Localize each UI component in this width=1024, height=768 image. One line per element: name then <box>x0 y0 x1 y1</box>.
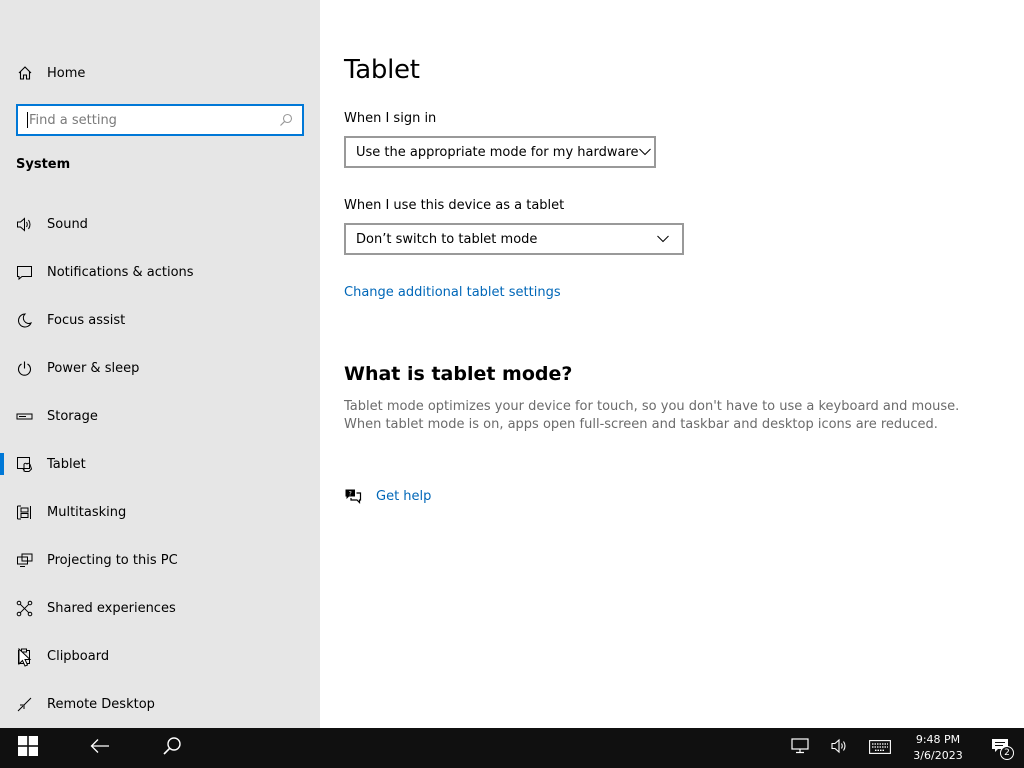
volume-icon <box>831 738 849 758</box>
taskbar-clock[interactable]: 9:48 PM 3/6/2023 <box>900 728 976 768</box>
svg-text:?: ? <box>349 490 352 497</box>
speaker-icon <box>16 216 33 233</box>
get-help-label: Get help <box>376 488 432 504</box>
notification-icon <box>16 264 33 281</box>
dropdown-value: Don’t switch to tablet mode <box>356 231 538 247</box>
sidebar-item-label: Clipboard <box>47 648 110 664</box>
change-additional-settings-link[interactable]: Change additional tablet settings <box>344 285 561 300</box>
keyboard-icon <box>869 739 891 758</box>
shared-experiences-icon <box>16 600 33 617</box>
settings-sidebar: Home Find a setting System Sound Notific… <box>0 0 320 728</box>
back-arrow-icon <box>90 738 110 758</box>
search-input[interactable]: Find a setting <box>16 104 304 136</box>
section-heading: What is tablet mode? <box>344 363 573 385</box>
storage-icon <box>16 408 33 425</box>
sidebar-item-label: Tablet <box>47 456 86 472</box>
clock-time: 9:48 PM <box>915 733 961 746</box>
sign-in-label: When I sign in <box>344 111 437 126</box>
remote-desktop-icon <box>16 696 33 713</box>
network-tray-button[interactable] <box>780 728 820 768</box>
chevron-down-icon <box>656 232 670 246</box>
get-help-link[interactable]: ? Get help <box>344 487 431 505</box>
text-caret <box>27 112 28 128</box>
clock-date: 3/6/2023 <box>913 749 963 762</box>
home-icon <box>16 64 34 82</box>
home-nav-item[interactable]: Home <box>16 62 85 84</box>
start-button[interactable] <box>4 728 52 768</box>
sidebar-item-storage[interactable]: Storage <box>0 392 320 440</box>
sidebar-item-multitasking[interactable]: Multitasking <box>0 488 320 536</box>
back-button[interactable] <box>76 728 124 768</box>
sidebar-item-label: Multitasking <box>47 504 127 520</box>
dropdown-value: Use the appropriate mode for my hardware <box>356 144 639 160</box>
sidebar-item-label: Storage <box>47 408 98 424</box>
windows-logo-icon <box>18 736 38 760</box>
sidebar-item-power-sleep[interactable]: Power & sleep <box>0 344 320 392</box>
chevron-down-icon <box>638 145 651 159</box>
multitasking-icon <box>16 504 33 521</box>
sidebar-item-label: Projecting to this PC <box>47 552 178 568</box>
network-icon <box>791 738 809 758</box>
sidebar-item-sound[interactable]: Sound <box>0 200 320 248</box>
sidebar-item-focus-assist[interactable]: Focus assist <box>0 296 320 344</box>
tablet-icon <box>16 456 33 473</box>
sidebar-item-label: Remote Desktop <box>47 696 155 712</box>
search-icon <box>162 736 182 760</box>
sidebar-item-label: Power & sleep <box>47 360 140 376</box>
action-center-button[interactable]: 2 <box>976 728 1024 768</box>
tablet-mode-description: Tablet mode optimizes your device for to… <box>344 399 960 432</box>
moon-icon <box>16 312 33 329</box>
sidebar-item-tablet[interactable]: Tablet <box>0 440 320 488</box>
search-placeholder: Find a setting <box>29 112 117 128</box>
sidebar-item-projecting[interactable]: Projecting to this PC <box>0 536 320 584</box>
sidebar-item-label: Shared experiences <box>47 600 176 616</box>
search-icon[interactable] <box>278 112 294 128</box>
volume-tray-button[interactable] <box>820 728 860 768</box>
taskbar-search-button[interactable] <box>148 728 196 768</box>
sidebar-item-remote-desktop[interactable]: Remote Desktop <box>0 680 320 728</box>
projecting-icon <box>16 552 33 569</box>
tablet-settings-page: Tablet When I sign in Use the appropriat… <box>320 0 1024 728</box>
selection-indicator <box>0 453 4 475</box>
system-tray: 9:48 PM 3/6/2023 2 <box>780 728 1024 768</box>
tablet-mode-dropdown[interactable]: Don’t switch to tablet mode <box>344 223 684 255</box>
sidebar-item-shared-experiences[interactable]: Shared experiences <box>0 584 320 632</box>
page-title: Tablet <box>344 55 420 85</box>
sidebar-item-label: Notifications & actions <box>47 264 194 280</box>
sidebar-nav: Sound Notifications & actions Focus assi… <box>0 200 320 728</box>
sign-in-mode-dropdown[interactable]: Use the appropriate mode for my hardware <box>344 136 656 168</box>
mouse-cursor-icon <box>18 647 32 668</box>
section-title: System <box>16 157 71 172</box>
home-label: Home <box>47 65 86 81</box>
notification-count-badge: 2 <box>1000 746 1014 760</box>
sidebar-item-notifications[interactable]: Notifications & actions <box>0 248 320 296</box>
power-icon <box>16 360 33 377</box>
sidebar-item-clipboard[interactable]: Clipboard <box>0 632 320 680</box>
help-chat-icon: ? <box>344 487 362 505</box>
taskbar: 9:48 PM 3/6/2023 2 <box>0 728 1024 768</box>
touch-keyboard-tray-button[interactable] <box>860 728 900 768</box>
sidebar-item-label: Focus assist <box>47 312 126 328</box>
tablet-usage-label: When I use this device as a tablet <box>344 198 565 213</box>
sidebar-item-label: Sound <box>47 216 88 232</box>
